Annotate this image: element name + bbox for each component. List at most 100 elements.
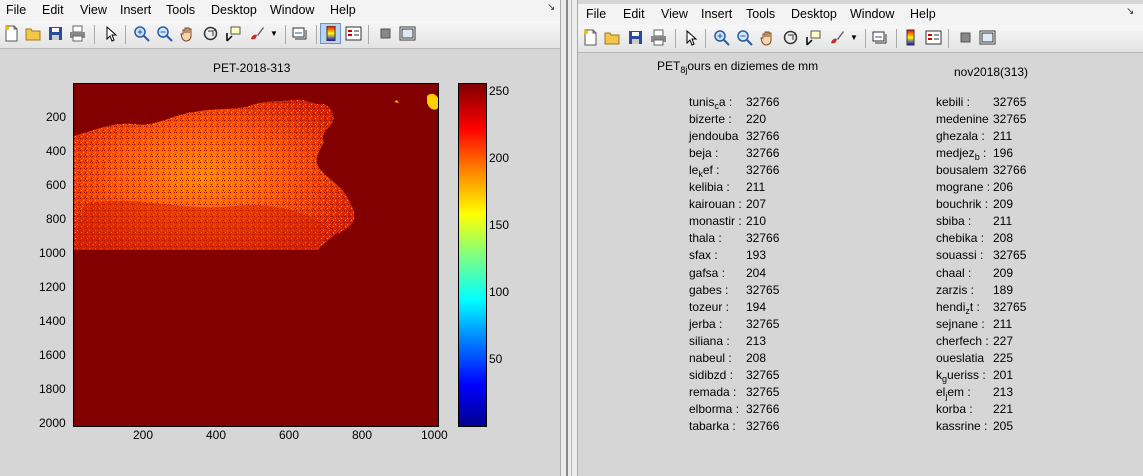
print-icon[interactable] <box>69 25 86 42</box>
station-value: 32766 <box>993 163 1027 178</box>
station-value: 32765 <box>746 282 780 297</box>
menu-edit[interactable]: Edit <box>623 7 645 21</box>
brush-icon[interactable] <box>248 25 265 42</box>
chevron-down-icon[interactable]: ▼ <box>270 29 278 38</box>
dock-arrow-icon[interactable]: ↘ <box>1126 6 1134 17</box>
menu-insert[interactable]: Insert <box>701 7 732 21</box>
zoom-in-icon[interactable] <box>133 25 150 42</box>
text-figure-subtitle: nov2018(313) <box>954 65 1029 79</box>
station-name: jendouba <box>689 129 739 144</box>
menu-window[interactable]: Window <box>270 3 314 17</box>
zoom-in-icon[interactable] <box>713 29 730 46</box>
legend-icon[interactable] <box>925 29 942 46</box>
station-name: thala : <box>689 231 722 246</box>
window-splitter[interactable] <box>560 0 578 476</box>
menu-edit[interactable]: Edit <box>42 3 64 17</box>
open-file-icon[interactable] <box>604 29 621 46</box>
x-tick-label: 400 <box>206 428 227 442</box>
open-file-icon[interactable] <box>25 25 42 42</box>
save-icon[interactable] <box>627 29 644 46</box>
menu-help[interactable]: Help <box>910 7 936 21</box>
station-value: 32765 <box>993 299 1027 314</box>
pan-hand-icon[interactable] <box>179 25 196 42</box>
colorbar-icon[interactable] <box>902 29 919 46</box>
station-row: souassi : 32765 <box>936 248 1026 262</box>
menu-help[interactable]: Help <box>330 3 356 17</box>
station-row: kelibia : 211 <box>689 180 765 194</box>
toolbar-separator <box>948 29 949 48</box>
station-row: hendizt :32765 <box>936 300 1026 316</box>
station-name: kairouan : <box>689 197 742 212</box>
brush-icon[interactable] <box>828 29 845 46</box>
station-row: mograne :206 <box>936 180 1013 194</box>
rotate-3d-icon[interactable] <box>202 25 219 42</box>
x-tick-label: 200 <box>133 428 154 442</box>
menu-file[interactable]: File <box>586 7 606 21</box>
station-name: chaal : <box>936 265 972 280</box>
show-plot-tools-icon[interactable] <box>979 29 996 46</box>
toolbar-left: ▼ <box>0 21 560 49</box>
station-row: elborma : 32766 <box>689 402 779 416</box>
edit-plot-arrow-icon[interactable] <box>682 29 699 46</box>
station-value: 209 <box>993 265 1014 280</box>
station-value: 32765 <box>993 95 1027 109</box>
menu-view[interactable]: View <box>80 3 107 17</box>
new-figure-icon[interactable] <box>582 29 599 46</box>
station-name: gabes : <box>689 282 729 297</box>
colorbar[interactable] <box>458 83 487 427</box>
station-value: 201 <box>993 367 1014 382</box>
data-cursor-icon[interactable] <box>805 29 822 46</box>
plot-title: PET-2018-313 <box>213 61 291 75</box>
hide-plot-tools-icon[interactable] <box>377 25 394 42</box>
land-area-map <box>74 93 438 250</box>
station-value: 211 <box>993 129 1013 144</box>
station-row: bousalem 32766 <box>936 163 1026 177</box>
colorbar-toggle-active[interactable] <box>320 23 341 44</box>
station-name-suffix: : <box>979 146 987 161</box>
rotate-3d-icon[interactable] <box>782 29 799 46</box>
station-value: 225 <box>993 350 1014 365</box>
show-plot-tools-icon[interactable] <box>399 25 416 42</box>
chevron-down-icon[interactable]: ▼ <box>850 33 858 42</box>
data-cursor-icon[interactable] <box>225 25 242 42</box>
menu-insert[interactable]: Insert <box>120 3 151 17</box>
zoom-out-icon[interactable] <box>736 29 753 46</box>
station-value: 213 <box>746 333 767 348</box>
station-name: jerba : <box>689 316 723 331</box>
pan-hand-icon[interactable] <box>759 29 776 46</box>
new-figure-icon[interactable] <box>3 25 20 42</box>
station-value: 193 <box>746 248 767 263</box>
figure-window-right: File Edit View Insert Tools Desktop Wind… <box>578 0 1143 476</box>
menu-desktop[interactable]: Desktop <box>791 7 837 21</box>
toolbar-separator <box>896 29 897 48</box>
figure-canvas-left: PET-2018-313 200 400 600 800 1000 1200 1… <box>0 49 560 476</box>
dock-arrow-icon[interactable]: ↘ <box>547 2 555 13</box>
menu-view[interactable]: View <box>661 7 688 21</box>
station-row: oueslatia 225 <box>936 351 1013 365</box>
station-row: tozeur : 194 <box>689 300 766 314</box>
y-tick-label: 400 <box>46 144 67 158</box>
menu-file[interactable]: File <box>6 3 26 17</box>
hide-plot-tools-icon[interactable] <box>957 29 974 46</box>
print-icon[interactable] <box>650 29 667 46</box>
station-row: medenine 32765 <box>936 112 1026 126</box>
legend-icon[interactable] <box>345 25 362 42</box>
station-row: kgueriss :201 <box>936 368 1013 384</box>
link-plot-icon[interactable] <box>291 25 308 42</box>
menu-window[interactable]: Window <box>850 7 894 21</box>
station-value: 32766 <box>746 163 780 178</box>
toolbar-separator <box>94 25 95 44</box>
menu-tools[interactable]: Tools <box>746 7 775 21</box>
link-plot-icon[interactable] <box>871 29 888 46</box>
zoom-out-icon[interactable] <box>156 25 173 42</box>
pet-heatmap[interactable] <box>73 83 439 427</box>
station-row: thala : 32766 <box>689 231 779 246</box>
station-value: 189 <box>993 282 1014 297</box>
save-icon[interactable] <box>47 25 64 42</box>
station-name: chebika : <box>936 231 985 246</box>
y-tick-label: 1600 <box>39 348 66 362</box>
station-row: beja : 32766 <box>689 146 779 160</box>
menu-tools[interactable]: Tools <box>166 3 195 17</box>
menu-desktop[interactable]: Desktop <box>211 3 257 17</box>
edit-plot-arrow-icon[interactable] <box>102 25 119 42</box>
